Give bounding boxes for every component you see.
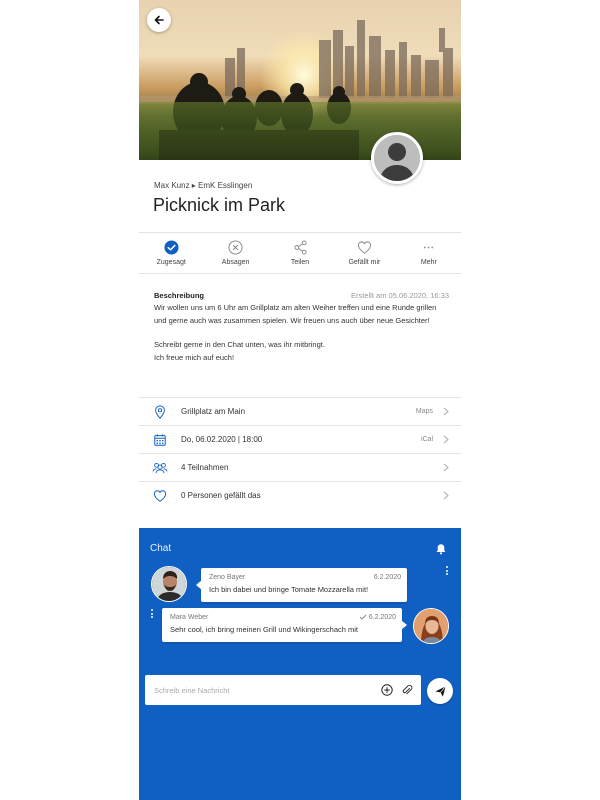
ical-link[interactable]: iCal <box>421 436 433 443</box>
x-circle-icon <box>228 240 243 255</box>
checkmark-icon <box>359 614 367 620</box>
send-icon <box>434 685 446 697</box>
chat-message: Zeno Bayer 6.2.2020 Ich bin dabei und br… <box>196 568 407 602</box>
page-title: Picknick im Park <box>153 195 286 215</box>
description-text-3: Ich freue mich auf euch! <box>154 352 235 362</box>
action-bar: Zugesagt Absagen Teilen Gefällt mir Mehr <box>139 234 461 274</box>
heart-outline-icon <box>153 489 167 502</box>
attach-button[interactable] <box>397 684 417 696</box>
message-options-button[interactable] <box>445 566 449 575</box>
location-pin-icon <box>155 404 165 419</box>
location-row[interactable]: Grillplatz am Main Maps <box>139 397 461 425</box>
message-input[interactable] <box>145 675 377 705</box>
people-icon <box>152 462 168 473</box>
decline-button[interactable]: Absagen <box>203 234 267 274</box>
event-hero-image <box>139 0 461 160</box>
share-button[interactable]: Teilen <box>268 234 332 274</box>
description-text-2: Schreibt gerne in den Chat unten, was ih… <box>154 340 325 349</box>
chevron-right-icon <box>443 407 449 416</box>
description-heading: Beschreibung <box>154 291 205 300</box>
arrow-left-icon <box>154 15 164 25</box>
more-button[interactable]: Mehr <box>397 234 461 274</box>
chat-title: Chat <box>150 543 172 554</box>
heart-icon <box>357 241 371 254</box>
back-button[interactable] <box>147 8 171 32</box>
maps-link[interactable]: Maps <box>416 408 433 415</box>
avatar[interactable] <box>151 566 187 602</box>
notification-bell-button[interactable] <box>435 542 447 560</box>
likes-row[interactable]: 0 Personen gefällt das <box>139 481 461 509</box>
share-icon <box>293 240 307 255</box>
add-button[interactable] <box>377 684 397 696</box>
created-timestamp: Erstellt am 05.06.2020, 16:33 <box>351 291 449 300</box>
paperclip-icon <box>402 684 413 695</box>
description-section: Beschreibung Erstellt am 05.06.2020, 16:… <box>154 291 449 364</box>
bell-icon <box>436 544 446 555</box>
accept-button[interactable]: Zugesagt <box>139 234 203 274</box>
message-text: Ich bin dabei und bringe Tomate Mozzarel… <box>209 585 369 594</box>
chevron-right-icon <box>443 491 449 500</box>
chevron-right-icon <box>443 435 449 444</box>
event-card: Max Kunz ▸ EmK Esslingen Picknick im Par… <box>139 160 461 528</box>
like-button[interactable]: Gefällt mir <box>332 234 396 274</box>
send-button[interactable] <box>427 678 453 704</box>
message-date: 6.2.2020 <box>373 574 401 581</box>
user-photo-zeno <box>152 567 186 601</box>
chevron-right-icon <box>443 463 449 472</box>
calendar-icon <box>154 433 166 446</box>
check-circle-icon <box>164 240 179 255</box>
more-icon <box>424 246 434 249</box>
chat-section: Chat Zeno Bayer 6.2.2020 Ich bin dabei u… <box>139 528 461 800</box>
chat-message: Mara Weber 6.2.2020 Sehr cool, ich bring… <box>162 608 407 642</box>
event-meta: Max Kunz ▸ EmK Esslingen <box>154 181 253 190</box>
message-date: 6.2.2020 <box>368 614 396 621</box>
avatar[interactable] <box>413 608 449 644</box>
event-details-list: Grillplatz am Main Maps Do, 06.02.2020 |… <box>139 397 461 509</box>
message-options-button[interactable] <box>150 609 154 618</box>
event-screen: Max Kunz ▸ EmK Esslingen Picknick im Par… <box>139 0 461 800</box>
participants-row[interactable]: 4 Teilnahmen <box>139 453 461 481</box>
plus-circle-icon <box>381 684 393 696</box>
organizer-avatar[interactable] <box>371 132 423 184</box>
description-text: Wir wollen uns um 6 Uhr am Grillplatz am… <box>154 303 437 325</box>
user-photo-mara <box>414 609 448 643</box>
message-text: Sehr cool, ich bring meinen Grill und Wi… <box>170 625 358 634</box>
message-author: Zeno Bayer <box>209 574 246 581</box>
date-row[interactable]: Do, 06.02.2020 | 18:00 iCal <box>139 425 461 453</box>
message-composer <box>145 675 421 705</box>
person-silhouette-icon <box>374 135 420 181</box>
